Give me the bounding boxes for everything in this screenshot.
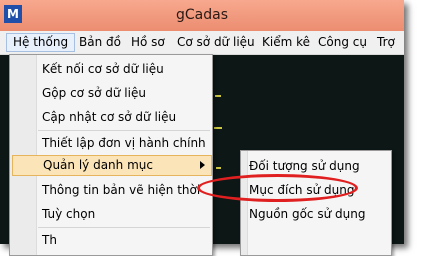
menu-separator bbox=[38, 130, 210, 131]
menu-item-quan-ly-danh-muc[interactable]: Quản lý danh mục bbox=[12, 155, 212, 176]
highlight-ellipse bbox=[197, 174, 358, 202]
menu-item-thiet-lap-dvhc[interactable]: Thiết lập đơn vị hành chính bbox=[38, 132, 206, 154]
menu-item-ket-noi-csdl[interactable]: Kết nối cơ sở dữ liệu bbox=[38, 58, 164, 80]
menu-item-truncated[interactable]: Th bbox=[38, 229, 57, 251]
menu-item-thong-tin-ban-ve[interactable]: Thông tin bản vẽ hiện thời bbox=[38, 179, 200, 201]
window-title: gCadas bbox=[175, 7, 228, 23]
menu-item-quan-ly-danh-muc-label: Quản lý danh mục bbox=[43, 158, 153, 172]
menu-item-cap-nhat-csdl[interactable]: Cập nhật cơ sở dữ liệu bbox=[38, 106, 176, 128]
menu-kiem-ke[interactable]: Kiểm kê bbox=[256, 34, 316, 51]
title-bar: M gCadas bbox=[0, 0, 404, 31]
menu-ho-so[interactable]: Hồ sơ bbox=[125, 34, 171, 51]
menu-bar: Hệ thống Bản đồ Hồ sơ Cơ sở dữ liệu Kiểm… bbox=[0, 31, 404, 55]
menu-he-thong[interactable]: Hệ thống bbox=[6, 33, 76, 52]
menu-item-gop-csdl[interactable]: Gộp cơ sở dữ liệu bbox=[38, 82, 146, 104]
menu-item-tuy-chon[interactable]: Tuỳ chọn bbox=[38, 203, 95, 225]
submenu-arrow-icon bbox=[200, 161, 205, 169]
menu-ban-do[interactable]: Bản đồ bbox=[73, 34, 127, 51]
submenu-icon-column bbox=[241, 151, 248, 255]
submenu-item-nguon-goc-su-dung[interactable]: Nguồn gốc sử dụng bbox=[249, 203, 365, 225]
menu-separator bbox=[38, 227, 210, 228]
menu-tro-giup[interactable]: Trợ bbox=[371, 34, 401, 51]
menu-cong-cu[interactable]: Công cụ bbox=[312, 34, 373, 51]
he-thong-dropdown: Kết nối cơ sở dữ liệu Gộp cơ sở dữ liệu … bbox=[9, 54, 213, 256]
quan-ly-danh-muc-submenu: Đối tượng sử dụng Mục đích sử dụng Nguồn… bbox=[240, 150, 392, 256]
menu-co-so-du-lieu[interactable]: Cơ sở dữ liệu bbox=[171, 34, 261, 51]
